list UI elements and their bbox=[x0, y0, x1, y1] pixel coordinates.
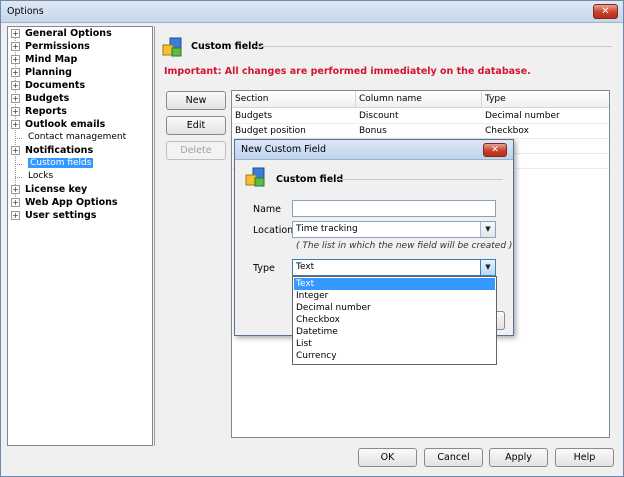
grid-header: Section Column name Type bbox=[232, 91, 609, 108]
expand-icon[interactable]: + bbox=[11, 107, 20, 116]
type-select-value: Text bbox=[296, 262, 315, 272]
column-header-type[interactable]: Type bbox=[485, 94, 506, 104]
column-header-column-name[interactable]: Column name bbox=[359, 94, 422, 104]
sidebar-item-label: Mind Map bbox=[25, 54, 78, 65]
sidebar-item-label: Contact management bbox=[28, 132, 127, 142]
expand-icon[interactable]: + bbox=[11, 42, 20, 51]
expand-icon[interactable]: + bbox=[11, 68, 20, 77]
sidebar-item-documents[interactable]: + Documents bbox=[11, 80, 85, 93]
location-select-value: Time tracking bbox=[296, 224, 358, 234]
type-option[interactable]: Datetime bbox=[294, 326, 495, 338]
type-option[interactable]: List bbox=[294, 338, 495, 350]
column-header-section[interactable]: Section bbox=[235, 94, 268, 104]
sidebar-item-contact-management[interactable]: Contact management bbox=[15, 132, 127, 145]
table-row[interactable]: Budgets Discount Decimal number bbox=[232, 109, 609, 124]
name-input[interactable] bbox=[292, 200, 496, 217]
sidebar-item-label: Web App Options bbox=[25, 197, 118, 208]
cancel-button[interactable]: Cancel bbox=[424, 448, 483, 467]
sidebar-item-label: Planning bbox=[25, 67, 72, 78]
sidebar-item-web-app-options[interactable]: + Web App Options bbox=[11, 197, 118, 210]
location-label: Location bbox=[253, 225, 294, 236]
type-option[interactable]: Currency bbox=[294, 350, 495, 362]
tree-connector bbox=[15, 138, 22, 139]
tree-connector bbox=[15, 164, 22, 165]
expand-icon[interactable]: + bbox=[11, 55, 20, 64]
dialog-title-bar: New Custom Field ✕ bbox=[235, 140, 513, 160]
ok-button[interactable]: OK bbox=[358, 448, 417, 467]
sidebar-item-permissions[interactable]: + Permissions bbox=[11, 41, 90, 54]
location-select[interactable]: Time tracking ▼ bbox=[292, 221, 496, 238]
sidebar-item-label: Notifications bbox=[25, 145, 94, 156]
sidebar-item-label: User settings bbox=[25, 210, 97, 221]
type-option[interactable]: Decimal number bbox=[294, 302, 495, 314]
sidebar-item-locks[interactable]: Locks bbox=[15, 171, 54, 184]
name-label: Name bbox=[253, 204, 282, 215]
sidebar-item-label: General Options bbox=[25, 28, 112, 39]
sidebar-item-general-options[interactable]: + General Options bbox=[11, 28, 112, 41]
sidebar-item-reports[interactable]: + Reports bbox=[11, 106, 67, 119]
cell-section: Budget position bbox=[235, 126, 306, 136]
cell-column-name: Discount bbox=[359, 111, 399, 121]
expand-icon[interactable]: + bbox=[11, 185, 20, 194]
sidebar-item-mind-map[interactable]: + Mind Map bbox=[11, 54, 77, 67]
chevron-down-icon[interactable]: ▼ bbox=[480, 260, 495, 275]
apply-button[interactable]: Apply bbox=[489, 448, 548, 467]
section-title: Custom fields bbox=[191, 41, 264, 52]
cell-column-name: Bonus bbox=[359, 126, 387, 136]
sidebar-item-label: Locks bbox=[28, 171, 54, 181]
dialog-title: New Custom Field bbox=[241, 144, 327, 155]
sidebar-item-notifications[interactable]: + Notifications bbox=[11, 145, 93, 158]
type-select[interactable]: Text ▼ bbox=[292, 259, 496, 276]
expand-icon[interactable]: + bbox=[11, 94, 20, 103]
expand-icon[interactable]: + bbox=[11, 81, 20, 90]
sidebar-item-custom-fields[interactable]: Custom fields bbox=[15, 158, 94, 171]
cell-type: Decimal number bbox=[485, 111, 560, 121]
cell-type: Checkbox bbox=[485, 126, 529, 136]
sidebar-item-user-settings[interactable]: + User settings bbox=[11, 210, 96, 223]
window-close-button[interactable]: ✕ bbox=[593, 4, 618, 19]
expand-icon[interactable]: + bbox=[11, 29, 20, 38]
window-title: Options bbox=[7, 6, 44, 17]
chevron-down-icon[interactable]: ▼ bbox=[480, 222, 495, 237]
warning-message: Important: All changes are performed imm… bbox=[164, 66, 531, 77]
type-option[interactable]: Checkbox bbox=[294, 314, 495, 326]
cell-section: Budgets bbox=[235, 111, 273, 121]
type-dropdown-list: Text Integer Decimal number Checkbox Datetim… bbox=[292, 276, 497, 365]
section-divider bbox=[256, 46, 612, 47]
dialog-close-button[interactable]: ✕ bbox=[483, 143, 507, 157]
type-option[interactable]: Text bbox=[294, 278, 495, 290]
sidebar-item-label: Reports bbox=[25, 106, 67, 117]
title-bar: Options ✕ bbox=[1, 1, 623, 23]
location-hint: ( The list in which the new field will b… bbox=[296, 241, 513, 251]
custom-fields-icon bbox=[162, 37, 182, 57]
new-button[interactable]: New bbox=[166, 91, 226, 110]
sidebar-item-license-key[interactable]: + License key bbox=[11, 184, 87, 197]
edit-button[interactable]: Edit bbox=[166, 116, 226, 135]
sidebar-item-label: Budgets bbox=[25, 93, 70, 104]
type-label: Type bbox=[253, 263, 275, 274]
sidebar-item-label: Outlook emails bbox=[25, 119, 106, 130]
sidebar-item-label: Custom fields bbox=[28, 158, 94, 168]
expand-icon[interactable]: + bbox=[11, 146, 20, 155]
sidebar-item-label: Documents bbox=[25, 80, 86, 91]
dialog-section-divider bbox=[337, 179, 503, 180]
expand-icon[interactable]: + bbox=[11, 198, 20, 207]
column-separator bbox=[481, 91, 482, 108]
expand-icon[interactable]: + bbox=[11, 120, 20, 129]
type-option[interactable]: Integer bbox=[294, 290, 495, 302]
options-tree: + General Options + Permissions + Mind Map + Pl… bbox=[7, 26, 153, 446]
dialog-section-title: Custom field bbox=[276, 174, 344, 185]
expand-icon[interactable]: + bbox=[11, 211, 20, 220]
delete-button[interactable]: Delete bbox=[166, 141, 226, 160]
custom-field-icon bbox=[245, 167, 265, 187]
help-button[interactable]: Help bbox=[555, 448, 614, 467]
sidebar-item-outlook-emails[interactable]: + Outlook emails bbox=[11, 119, 105, 132]
sidebar-item-label: Permissions bbox=[25, 41, 90, 52]
table-row[interactable]: Budget position Bonus Checkbox bbox=[232, 124, 609, 139]
sidebar-item-label: License key bbox=[25, 184, 88, 195]
sidebar-item-planning[interactable]: + Planning bbox=[11, 67, 72, 80]
tree-connector bbox=[15, 177, 22, 178]
column-separator bbox=[355, 91, 356, 108]
sidebar-item-budgets[interactable]: + Budgets bbox=[11, 93, 69, 106]
